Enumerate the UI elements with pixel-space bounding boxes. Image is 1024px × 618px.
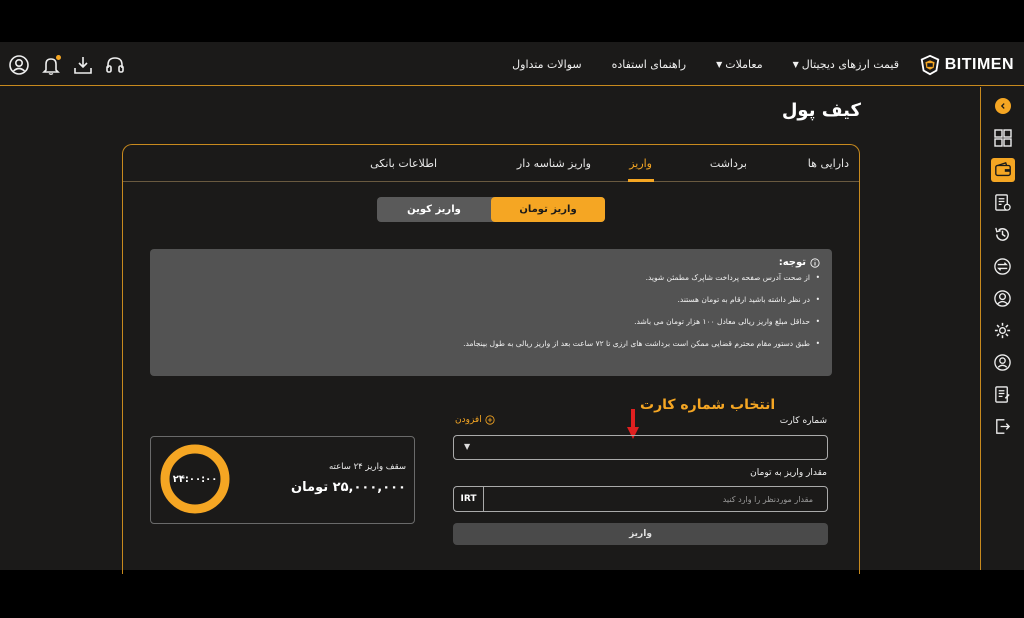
nav-item-label: معاملات [725, 57, 763, 71]
amount-field: IRT [453, 486, 828, 512]
caret-down-icon: ▼ [792, 59, 799, 69]
download-icon[interactable] [72, 54, 94, 76]
nav-item-trades[interactable]: معاملات ▼ [716, 58, 763, 71]
card-number-select[interactable]: ▼ [453, 435, 828, 460]
amount-input[interactable] [484, 487, 827, 511]
notice-item: در نظر داشته باشید ارقام به تومان هستند. [150, 294, 820, 305]
top-bar: BITIMEN قیمت ارزهای دیجیتال ▼ معاملات ▼ … [0, 42, 1024, 86]
orders-icon[interactable] [991, 190, 1015, 214]
nav-item-crypto-prices[interactable]: قیمت ارزهای دیجیتال ▼ [793, 58, 899, 71]
main-nav: قیمت ارزهای دیجیتال ▼ معاملات ▼ راهنمای … [512, 42, 899, 86]
notice-item: طبق دستور مقام محترم قضایی ممکن است بردا… [150, 338, 820, 349]
user-icon[interactable] [8, 54, 30, 76]
nav-item-label: سوالات متداول [512, 57, 582, 71]
notice-title-text: توجه: [778, 257, 806, 268]
caret-down-icon: ▼ [464, 442, 471, 451]
notice-item: از صحت آدرس صفحه پرداخت شاپرک مطمئن شوید… [150, 272, 820, 283]
tab-assets[interactable]: دارایی ها [808, 157, 849, 170]
nav-item-faq[interactable]: سوالات متداول [512, 58, 581, 71]
toman-deposit-button[interactable]: واریز تومان [491, 197, 605, 222]
tab-deposit[interactable]: واریز [629, 157, 652, 170]
nav-item-label: راهنمای استفاده [611, 57, 687, 71]
caret-down-icon: ▼ [716, 59, 723, 69]
nav-item-label: قیمت ارزهای دیجیتال [801, 57, 899, 71]
add-card-label: افزودن [455, 415, 482, 425]
app-screen: BITIMEN قیمت ارزهای دیجیتال ▼ معاملات ▼ … [0, 42, 1024, 574]
card-number-label: شماره کارت [779, 416, 827, 426]
notice-title: توجه: [150, 257, 820, 268]
annotation-label: انتخاب شماره کارت [640, 397, 776, 413]
tab-withdraw[interactable]: برداشت [710, 157, 747, 170]
tab-bank-info[interactable]: اطلاعات بانکی [370, 157, 437, 170]
notice-list: از صحت آدرس صفحه پرداخت شاپرک مطمئن شوید… [150, 272, 820, 349]
brand-name: BITIMEN [944, 56, 1014, 73]
coin-deposit-button[interactable]: واریز کوین [377, 197, 491, 222]
notice-box: توجه: از صحت آدرس صفحه پرداخت شاپرک مطمئ… [150, 249, 832, 376]
brand-logo[interactable]: BITIMEN [919, 53, 1014, 77]
active-tab-indicator [628, 179, 654, 182]
notification-icon[interactable] [40, 54, 62, 76]
wallet-tabs: دارایی ها برداشت واریز واریز شناسه دار ا… [123, 145, 859, 182]
notice-item: حداقل مبلغ واریز ریالی معادل ۱۰۰ هزار تو… [150, 316, 820, 327]
bitimen-logo-icon [920, 54, 939, 76]
deposit-submit-button[interactable]: واریز [453, 523, 828, 545]
sidebar [980, 87, 1024, 570]
wallet-card: دارایی ها برداشت واریز واریز شناسه دار ا… [122, 144, 860, 574]
exchange-icon[interactable] [991, 254, 1015, 278]
limit-value: ۲۵,۰۰۰,۰۰۰ تومان [291, 480, 406, 495]
profile-icon[interactable] [991, 286, 1015, 310]
timer-text: ۲۴:۰۰:۰۰ [172, 473, 218, 485]
history-icon[interactable] [991, 222, 1015, 246]
dashboard-icon[interactable] [991, 126, 1015, 150]
logout-icon[interactable] [991, 414, 1015, 438]
tab-id-deposit[interactable]: واریز شناسه دار [517, 157, 591, 170]
nav-item-guide[interactable]: راهنمای استفاده [612, 58, 686, 71]
currency-label: IRT [454, 487, 484, 511]
deposit-limit-card: سقف واریز ۲۴ ساعته ۲۵,۰۰۰,۰۰۰ تومان ۲۴:۰… [150, 436, 415, 524]
page-title: کیف پول [781, 100, 861, 121]
limit-title: سقف واریز ۲۴ ساعته [328, 462, 406, 472]
collapse-icon[interactable] [991, 94, 1015, 118]
top-icons [8, 54, 126, 76]
document-icon[interactable] [991, 382, 1015, 406]
deposit-type-switch: واریز کوین واریز تومان [377, 197, 605, 222]
plus-circle-icon [485, 415, 495, 425]
settings-icon[interactable] [991, 318, 1015, 342]
info-icon [810, 257, 820, 268]
account-icon[interactable] [991, 350, 1015, 374]
notification-dot [56, 55, 61, 60]
wallet-icon[interactable] [990, 158, 1015, 182]
amount-label: مقدار واریز به تومان [750, 468, 827, 478]
support-icon[interactable] [104, 54, 126, 76]
add-card-button[interactable]: افزودن [455, 415, 495, 425]
